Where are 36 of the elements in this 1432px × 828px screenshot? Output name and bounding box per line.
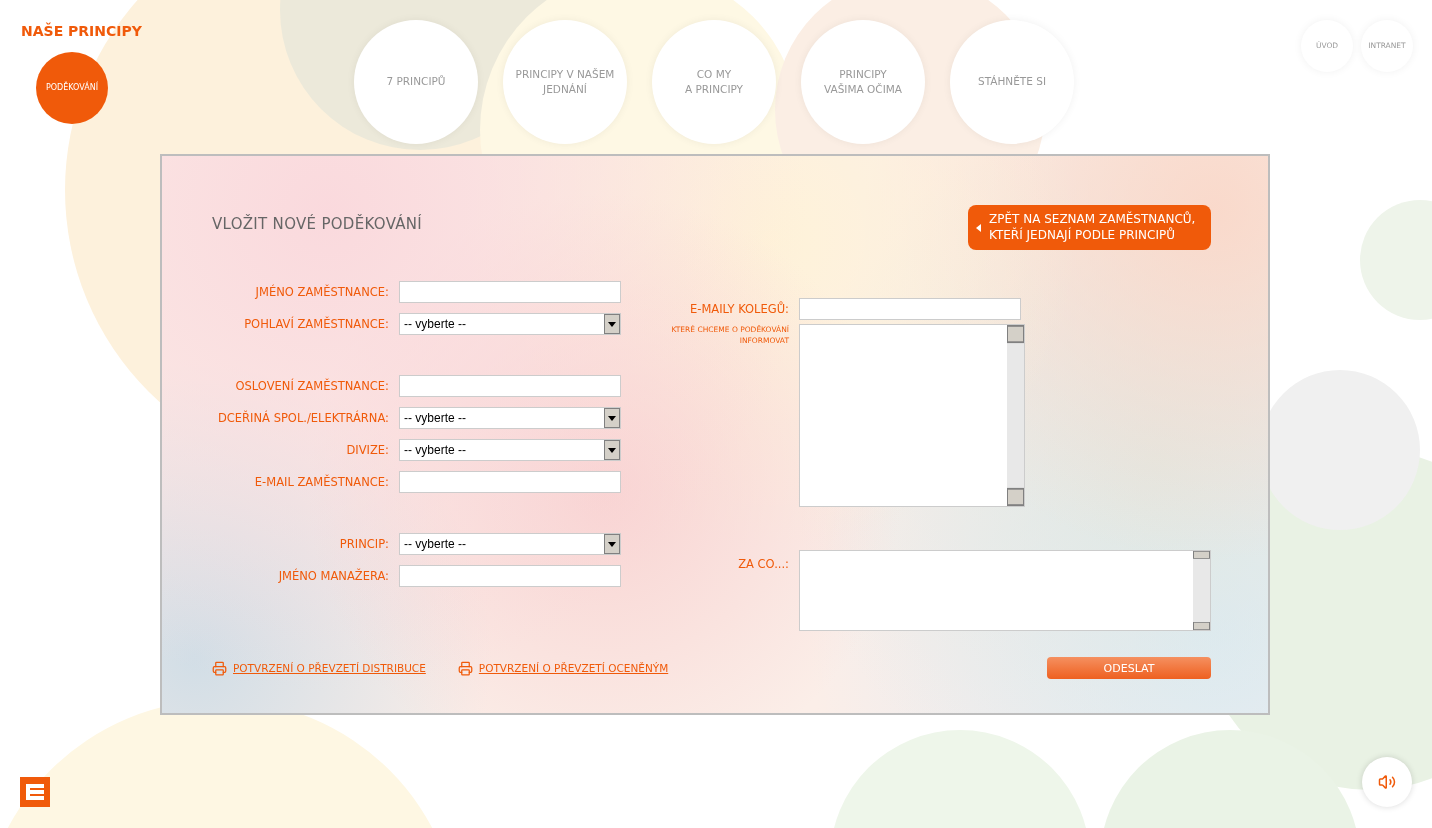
field-label: JMÉNO ZAMĚSTNANCE: (254, 285, 389, 299)
field-label: ZA CO...: (737, 556, 789, 573)
sound-button[interactable] (1362, 757, 1412, 807)
text-field[interactable] (799, 298, 1021, 320)
form-title: VLOŽIT NOVÉ PODĚKOVÁNÍ (212, 215, 423, 233)
logo-icon (20, 777, 50, 807)
field-label: E-MAIL ZAMĚSTNANCE: (253, 475, 389, 489)
field-label: PRINCIP: (338, 537, 389, 551)
caret-icon (976, 223, 981, 232)
dropdown[interactable]: -- vyberte -- (399, 313, 621, 335)
text-field[interactable] (399, 565, 621, 587)
field-label: JMÉNO MANAŽERA: (277, 569, 389, 583)
link[interactable]: POTVRZENÍ O PŘEVZETÍ OCENĚNÝM (457, 660, 669, 676)
text-field[interactable] (399, 375, 621, 397)
text-field[interactable] (399, 471, 621, 493)
scrollbar[interactable] (1007, 325, 1024, 506)
field-label: DCEŘINÁ SPOL./ELEKTRÁRNA: (216, 411, 389, 425)
dropdown[interactable]: -- vyberte -- (399, 533, 621, 555)
dropdown[interactable]: -- vyberte -- (399, 407, 621, 429)
scrollbar[interactable] (1193, 551, 1210, 630)
speaker-icon (1378, 773, 1396, 791)
site-title: NAŠE PRINCIPY (21, 23, 143, 39)
back-button[interactable]: ZPĚT NA SEZNAM ZAMĚSTNANCŮ, KTEŘÍ JEDNAJÍ PODLE PRINCIPŮ (968, 205, 1211, 250)
field-label: DIVIZE: (345, 443, 389, 457)
text-area[interactable] (799, 324, 1025, 507)
field-label: POHLAVÍ ZAMĚSTNANCE: (243, 317, 389, 331)
printer-icon (457, 660, 473, 676)
nav-circle[interactable]: PODĚKOVÁNÍ (36, 52, 108, 124)
field-label: E-MAILY KOLEGŮ: (689, 300, 789, 318)
link[interactable]: POTVRZENÍ O PŘEVZETÍ DISTRIBUCE (212, 660, 426, 676)
dropdown[interactable]: -- vyberte -- (399, 439, 621, 461)
text-field[interactable] (399, 281, 621, 303)
submit-button[interactable]: ODESLAT (1047, 657, 1211, 679)
field-label: OSLOVENÍ ZAMĚSTNANCE: (234, 379, 389, 393)
printer-icon (212, 660, 227, 676)
text-area[interactable] (799, 550, 1211, 631)
